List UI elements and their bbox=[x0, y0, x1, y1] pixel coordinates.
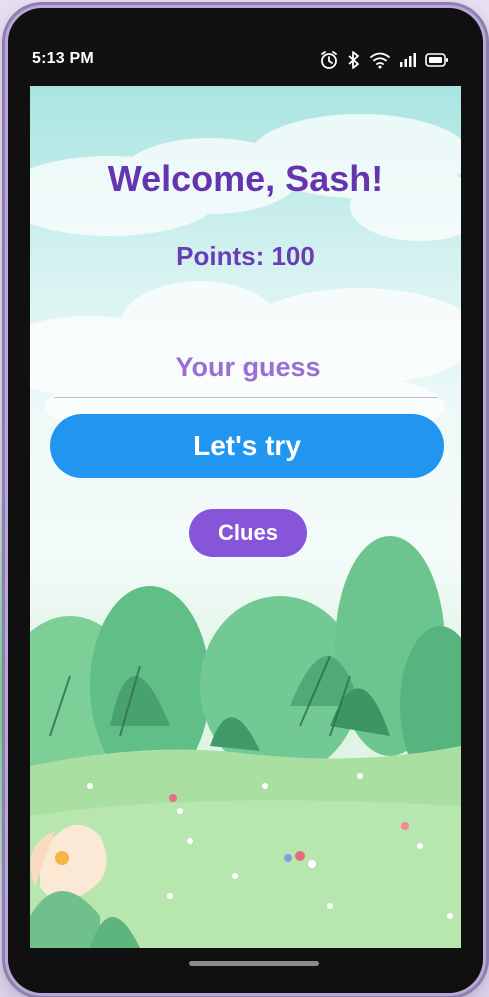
welcome-title: Welcome, Sash! bbox=[107, 158, 384, 199]
wifi-icon bbox=[369, 51, 391, 69]
app-screen: Welcome, Sash! Points: 100 Let's try Clu… bbox=[30, 86, 461, 948]
status-bar: 5:13 PM bbox=[16, 38, 463, 84]
signal-icon bbox=[399, 52, 417, 68]
points-label: Points: 100 bbox=[176, 241, 315, 271]
home-indicator[interactable] bbox=[189, 961, 319, 966]
bluetooth-icon bbox=[347, 50, 361, 70]
navigation-bar bbox=[16, 948, 463, 978]
guess-field bbox=[54, 341, 442, 398]
clues-button[interactable]: Clues bbox=[189, 509, 307, 557]
alarm-icon bbox=[319, 50, 339, 70]
status-icons bbox=[319, 46, 449, 74]
battery-icon bbox=[425, 53, 449, 67]
guess-input[interactable] bbox=[54, 341, 442, 393]
status-time: 5:13 PM bbox=[32, 50, 94, 67]
lets-try-button[interactable]: Let's try bbox=[50, 414, 444, 478]
